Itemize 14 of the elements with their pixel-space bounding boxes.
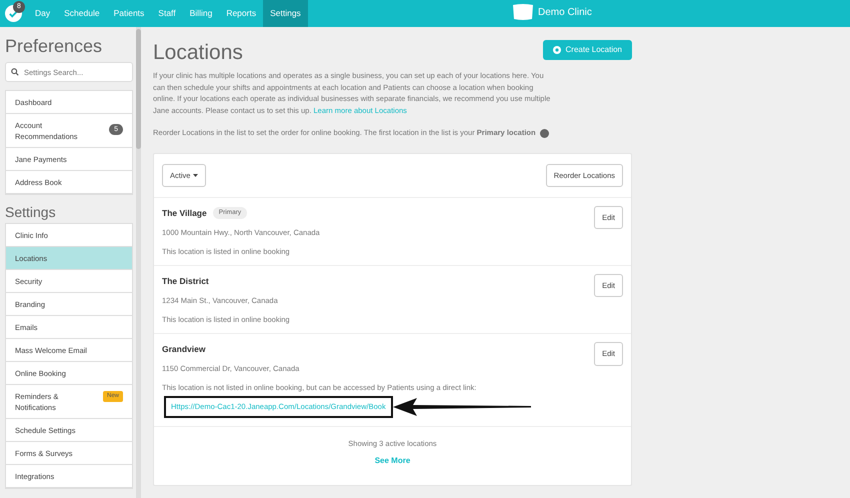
scrollbar-thumb[interactable] [136, 29, 141, 149]
plus-circle-icon [552, 46, 561, 54]
location-name: The Village [162, 206, 207, 220]
location-name: The District [162, 275, 209, 288]
clinic-name: Demo Clinic [538, 6, 592, 20]
section-heading: Preferences [5, 35, 104, 57]
help-icon[interactable] [540, 128, 549, 138]
nav-tab[interactable]: Settings [263, 0, 308, 27]
page-title: Locations [153, 40, 243, 66]
logo-icon [512, 3, 534, 21]
section-heading: Settings [5, 204, 57, 221]
location-name: Grandview [162, 343, 206, 356]
search-icon [11, 68, 19, 76]
caret-icon [192, 174, 198, 178]
